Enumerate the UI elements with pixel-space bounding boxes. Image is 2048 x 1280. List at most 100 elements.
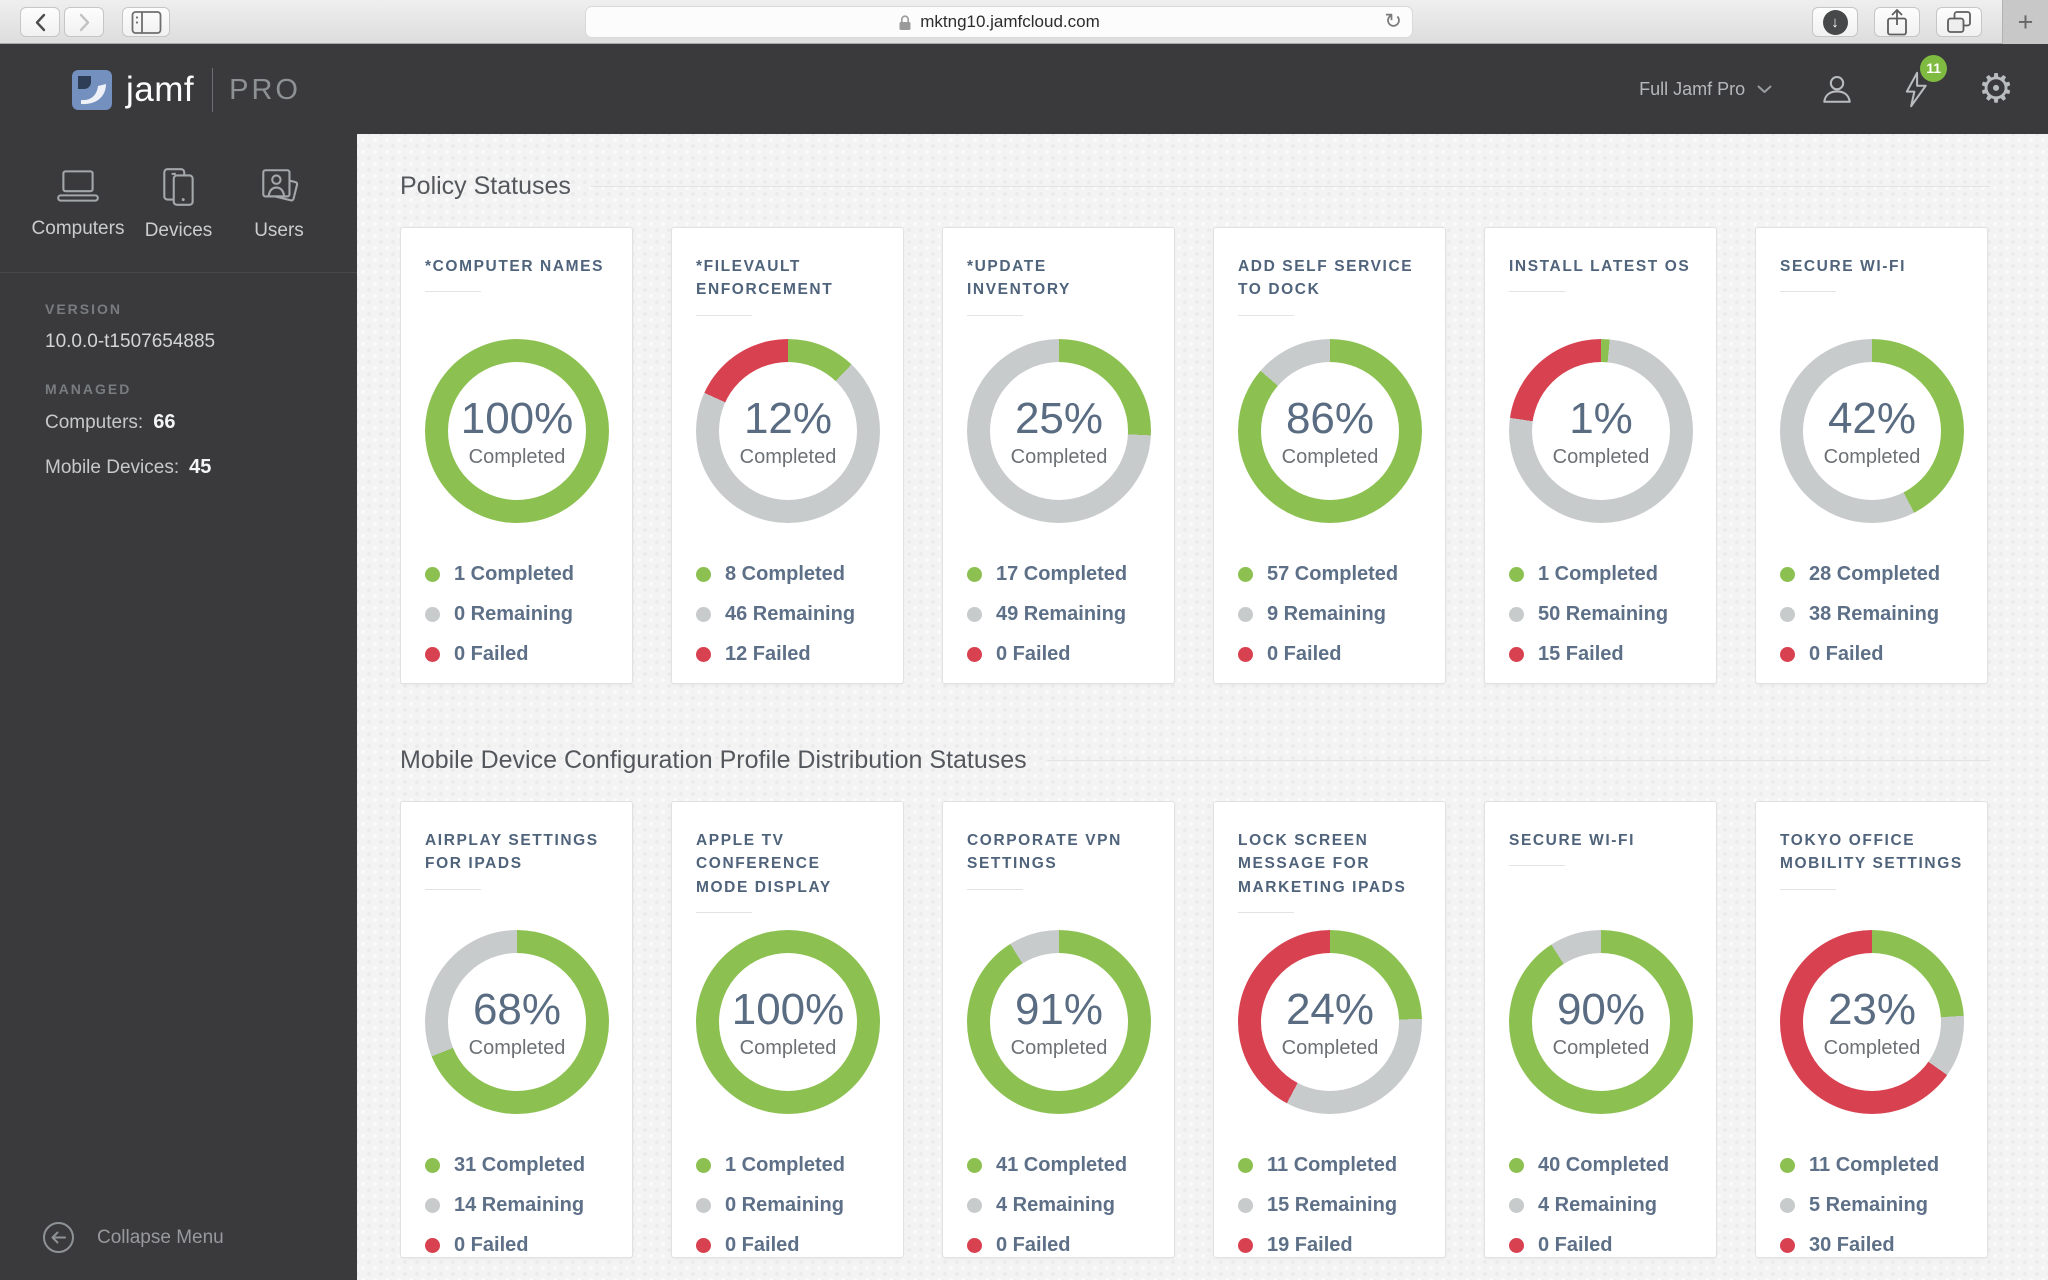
- new-tab-button[interactable]: +: [2002, 0, 2048, 44]
- legend-row-completed: 1 Completed: [1509, 563, 1692, 586]
- legend-label: 5 Remaining: [1809, 1194, 1928, 1216]
- legend-label: 0 Remaining: [454, 603, 573, 625]
- legend-label: 17 Completed: [996, 563, 1128, 585]
- legend-label: 15 Failed: [1538, 643, 1624, 665]
- status-card: *FILEVAULT ENFORCEMENT 12% Completed 8 C…: [671, 227, 904, 684]
- donut-chart: 12% Completed: [696, 339, 880, 523]
- donut-percent-value: 100%: [731, 984, 845, 1034]
- card-legend: 57 Completed 9 Remaining 0 Failed: [1238, 563, 1421, 666]
- donut-center: 86% Completed: [1261, 362, 1399, 500]
- donut-percent-value: 12%: [743, 393, 833, 443]
- card-legend: 1 Completed 0 Remaining 0 Failed: [696, 1154, 879, 1257]
- legend-label: 41 Completed: [996, 1154, 1128, 1176]
- browser-sidebar-toggle-button[interactable]: [122, 7, 170, 37]
- legend-row-completed: 57 Completed: [1238, 563, 1421, 586]
- legend-dot-icon: [696, 607, 711, 622]
- settings-button[interactable]: ⚙: [1978, 69, 2014, 109]
- account-button[interactable]: [1820, 72, 1854, 106]
- tabs-overview-icon: [1947, 11, 1971, 33]
- card-grid: AIRPLAY SETTINGS FOR IPADS 68% Completed…: [400, 801, 1990, 1258]
- donut-center: 23% Completed: [1803, 953, 1941, 1091]
- sidebar-item-label: Users: [254, 220, 304, 241]
- legend-label: 19 Failed: [1267, 1234, 1353, 1256]
- donut-caption: Completed: [739, 445, 837, 468]
- card-legend: 28 Completed 38 Remaining 0 Failed: [1780, 563, 1963, 666]
- legend-dot-icon: [1780, 1158, 1795, 1173]
- legend-label: 4 Remaining: [1538, 1194, 1657, 1216]
- donut-caption: Completed: [1010, 1036, 1108, 1059]
- legend-label: 1 Completed: [454, 563, 575, 585]
- sidebar-item-label: Devices: [144, 220, 213, 241]
- status-card: *COMPUTER NAMES 100% Completed 1 Complet…: [400, 227, 633, 684]
- browser-chrome: mktng10.jamfcloud.com ↻ ↓ +: [0, 0, 2048, 44]
- donut-percent-value: 86%: [1285, 393, 1375, 443]
- collapse-menu-button[interactable]: Collapse Menu: [42, 1221, 224, 1254]
- legend-row-completed: 17 Completed: [967, 563, 1150, 586]
- donut-caption: Completed: [468, 1036, 566, 1059]
- notifications-button[interactable]: 11: [1902, 54, 1948, 108]
- managed-heading: MANAGED: [45, 381, 132, 397]
- card-title: TOKYO OFFICE MOBILITY SETTINGS: [1780, 832, 1963, 873]
- legend-row-failed: 0 Failed: [1780, 643, 1963, 666]
- legend-label: 40 Completed: [1538, 1154, 1670, 1176]
- donut-center: 68% Completed: [448, 953, 586, 1091]
- legend-label: 0 Remaining: [725, 1194, 844, 1216]
- card-legend: 40 Completed 4 Remaining 0 Failed: [1509, 1154, 1692, 1257]
- card-title: *UPDATE INVENTORY: [967, 258, 1071, 299]
- legend-dot-icon: [967, 1158, 982, 1173]
- share-button[interactable]: [1874, 7, 1920, 37]
- legend-dot-icon: [696, 567, 711, 582]
- card-legend: 31 Completed 14 Remaining 0 Failed: [425, 1154, 608, 1257]
- card-grid: *COMPUTER NAMES 100% Completed 1 Complet…: [400, 227, 1990, 684]
- sidebar-item-devices[interactable]: Devices: [129, 166, 229, 242]
- card-title: AIRPLAY SETTINGS FOR IPADS: [425, 832, 599, 873]
- legend-label: 0 Failed: [1267, 643, 1342, 665]
- sidebar-item-computers[interactable]: Computers: [28, 166, 128, 242]
- legend-row-failed: 15 Failed: [1509, 643, 1692, 666]
- legend-label: 11 Completed: [1267, 1154, 1398, 1176]
- jamf-pro-logo: jamf PRO: [72, 68, 301, 112]
- donut-percent-value: 91%: [1014, 984, 1104, 1034]
- card-title-rule: [1780, 888, 1836, 890]
- reload-icon[interactable]: ↻: [1384, 9, 1402, 33]
- card-title-rule: [696, 314, 752, 316]
- legend-dot-icon: [1509, 1158, 1524, 1173]
- managed-computers-count: 66: [153, 411, 176, 433]
- card-title-rule: [1238, 911, 1294, 913]
- card-header: APPLE TV CONFERENCE MODE DISPLAY: [696, 829, 879, 930]
- sidebar-item-users[interactable]: Users: [229, 166, 329, 242]
- donut-center: 24% Completed: [1261, 953, 1399, 1091]
- donut-percent-value: 1%: [1569, 393, 1633, 443]
- status-card: ADD SELF SERVICE TO DOCK 86% Completed 5…: [1213, 227, 1446, 684]
- legend-row-completed: 8 Completed: [696, 563, 879, 586]
- legend-row-failed: 0 Failed: [967, 643, 1150, 666]
- legend-dot-icon: [1509, 567, 1524, 582]
- legend-row-remaining: 9 Remaining: [1238, 603, 1421, 626]
- downloads-button[interactable]: ↓: [1812, 7, 1858, 37]
- card-title-rule: [1780, 291, 1836, 293]
- legend-row-failed: 12 Failed: [696, 643, 879, 666]
- legend-label: 0 Failed: [1809, 643, 1884, 665]
- show-tabs-button[interactable]: [1936, 7, 1982, 37]
- brand-name: jamf: [126, 70, 195, 109]
- legend-dot-icon: [1238, 607, 1253, 622]
- card-title: CORPORATE VPN SETTINGS: [967, 832, 1122, 873]
- card-header: INSTALL LATEST OS: [1509, 255, 1692, 339]
- legend-row-failed: 0 Failed: [696, 1234, 879, 1257]
- donut-percent-value: 90%: [1556, 984, 1646, 1034]
- card-header: ADD SELF SERVICE TO DOCK: [1238, 255, 1421, 339]
- legend-label: 8 Completed: [725, 563, 846, 585]
- legend-dot-icon: [425, 647, 440, 662]
- legend-label: 31 Completed: [454, 1154, 586, 1176]
- version-value: 10.0.0-t1507654885: [45, 331, 216, 352]
- browser-forward-button[interactable]: [64, 7, 104, 37]
- card-legend: 1 Completed 50 Remaining 15 Failed: [1509, 563, 1692, 666]
- site-context-dropdown[interactable]: Full Jamf Pro: [1639, 79, 1772, 100]
- browser-back-button[interactable]: [20, 7, 60, 37]
- donut-percent-value: 68%: [472, 984, 562, 1034]
- legend-dot-icon: [1509, 1198, 1524, 1213]
- card-title: APPLE TV CONFERENCE MODE DISPLAY: [696, 832, 832, 896]
- version-heading: VERSION: [45, 301, 123, 317]
- address-bar[interactable]: mktng10.jamfcloud.com ↻: [585, 6, 1413, 38]
- lock-icon: [899, 14, 911, 30]
